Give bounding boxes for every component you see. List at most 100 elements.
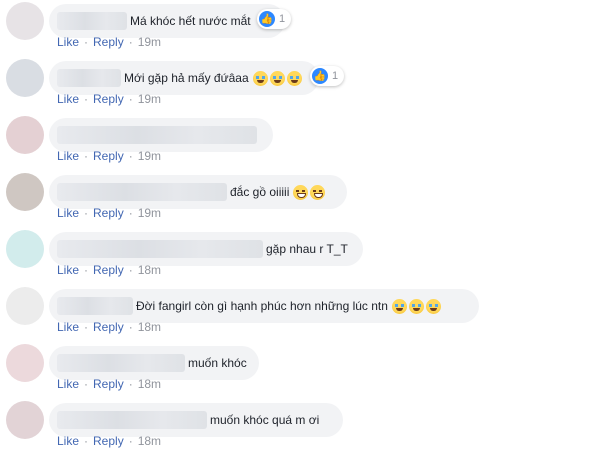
reaction-count: 1 xyxy=(332,70,339,82)
comment-timestamp[interactable]: 18m xyxy=(138,434,161,448)
comment-item: đắc gồ oiiiii Like · Reply · 19m xyxy=(0,171,601,228)
comment-text: muốn khóc xyxy=(188,356,247,370)
comment-bubble: đắc gồ oiiiii xyxy=(49,175,347,209)
comment-item: muốn khóc quá m ơi Like · Reply · 18m xyxy=(0,399,601,456)
avatar[interactable] xyxy=(6,59,44,97)
thumbs-up-icon: 👍 xyxy=(312,68,328,84)
separator: · xyxy=(84,377,89,391)
comment-actions: Like · Reply · 18m xyxy=(57,263,161,277)
comment-item: Má khóc hết nước mắt 👍 1 Like · Reply · … xyxy=(0,0,601,57)
comment-actions: Like · Reply · 18m xyxy=(57,434,161,448)
separator: · xyxy=(84,35,89,49)
like-link[interactable]: Like xyxy=(57,377,79,391)
blurred-author-name[interactable] xyxy=(57,69,121,87)
crying-face-icon xyxy=(286,70,302,86)
comment-actions: Like · Reply · 19m xyxy=(57,149,161,163)
comment-actions: Like · Reply · 19m xyxy=(57,35,161,49)
comment-actions: Like · Reply · 18m xyxy=(57,320,161,334)
reaction-count-badge[interactable]: 👍 1 xyxy=(257,9,292,29)
comment-text: đắc gồ oiiiii xyxy=(230,185,290,199)
separator: · xyxy=(84,149,89,163)
avatar[interactable] xyxy=(6,173,44,211)
comment-timestamp[interactable]: 19m xyxy=(138,92,161,106)
like-link[interactable]: Like xyxy=(57,35,79,49)
comment-bubble: Đời fangirl còn gì hạnh phúc hơn những l… xyxy=(49,289,479,323)
crying-face-icon xyxy=(425,298,441,314)
separator: · xyxy=(128,149,133,163)
comment-bubble: Má khóc hết nước mắt xyxy=(49,4,285,38)
comment-actions: Like · Reply · 18m xyxy=(57,377,161,391)
comment-text: muốn khóc quá m ơi xyxy=(210,413,320,427)
blurred-author-name[interactable] xyxy=(57,126,257,144)
laughing-face-icon xyxy=(293,184,309,200)
comment-timestamp[interactable]: 18m xyxy=(138,320,161,334)
reply-link[interactable]: Reply xyxy=(93,149,124,163)
reply-link[interactable]: Reply xyxy=(93,263,124,277)
comment-item: Đời fangirl còn gì hạnh phúc hơn những l… xyxy=(0,285,601,342)
separator: · xyxy=(84,206,89,220)
like-link[interactable]: Like xyxy=(57,320,79,334)
comment-actions: Like · Reply · 19m xyxy=(57,92,161,106)
comment-timestamp[interactable]: 19m xyxy=(138,206,161,220)
comment-text: Má khóc hết nước mắt xyxy=(130,14,251,28)
separator: · xyxy=(84,92,89,106)
reply-link[interactable]: Reply xyxy=(93,206,124,220)
reply-link[interactable]: Reply xyxy=(93,35,124,49)
separator: · xyxy=(128,263,133,277)
comment-actions: Like · Reply · 19m xyxy=(57,206,161,220)
reply-link[interactable]: Reply xyxy=(93,320,124,334)
comment-timestamp[interactable]: 18m xyxy=(138,263,161,277)
laughing-face-icon xyxy=(310,184,326,200)
crying-face-icon xyxy=(269,70,285,86)
comment-text: Đời fangirl còn gì hạnh phúc hơn những l… xyxy=(136,299,388,313)
blurred-author-name[interactable] xyxy=(57,411,207,429)
reaction-count: 1 xyxy=(279,13,286,25)
separator: · xyxy=(84,320,89,334)
reply-link[interactable]: Reply xyxy=(93,434,124,448)
reply-link[interactable]: Reply xyxy=(93,92,124,106)
avatar[interactable] xyxy=(6,230,44,268)
separator: · xyxy=(84,434,89,448)
blurred-author-name[interactable] xyxy=(57,240,263,258)
comment-item: Like · Reply · 19m xyxy=(0,114,601,171)
separator: · xyxy=(84,263,89,277)
crying-face-icon xyxy=(408,298,424,314)
comment-item: Mới gặp hả mấy đứâaa 👍 1 Like · Reply · … xyxy=(0,57,601,114)
separator: · xyxy=(128,206,133,220)
emoji-group xyxy=(391,298,443,314)
avatar[interactable] xyxy=(6,2,44,40)
reaction-count-badge[interactable]: 👍 1 xyxy=(310,66,345,86)
separator: · xyxy=(128,92,133,106)
separator: · xyxy=(128,434,133,448)
comment-timestamp[interactable]: 18m xyxy=(138,377,161,391)
emoji-group xyxy=(252,70,304,86)
crying-face-icon xyxy=(252,70,268,86)
like-link[interactable]: Like xyxy=(57,263,79,277)
like-link[interactable]: Like xyxy=(57,149,79,163)
reply-link[interactable]: Reply xyxy=(93,377,124,391)
avatar[interactable] xyxy=(6,344,44,382)
crying-face-icon xyxy=(391,298,407,314)
blurred-author-name[interactable] xyxy=(57,297,133,315)
like-link[interactable]: Like xyxy=(57,92,79,106)
blurred-author-name[interactable] xyxy=(57,183,227,201)
blurred-author-name[interactable] xyxy=(57,354,185,372)
comment-bubble: muốn khóc quá m ơi xyxy=(49,403,343,437)
blurred-author-name[interactable] xyxy=(57,12,127,30)
comment-bubble xyxy=(49,118,273,152)
separator: · xyxy=(128,377,133,391)
comment-item: gặp nhau r T_T Like · Reply · 18m xyxy=(0,228,601,285)
avatar[interactable] xyxy=(6,116,44,154)
emoji-group xyxy=(293,184,327,200)
comment-timestamp[interactable]: 19m xyxy=(138,149,161,163)
separator: · xyxy=(128,35,133,49)
like-link[interactable]: Like xyxy=(57,206,79,220)
comment-text: gặp nhau r T_T xyxy=(266,242,348,256)
thumbs-up-icon: 👍 xyxy=(259,11,275,27)
avatar[interactable] xyxy=(6,401,44,439)
comment-bubble: muốn khóc xyxy=(49,346,259,380)
comment-timestamp[interactable]: 19m xyxy=(138,35,161,49)
like-link[interactable]: Like xyxy=(57,434,79,448)
comment-item: muốn khóc Like · Reply · 18m xyxy=(0,342,601,399)
avatar[interactable] xyxy=(6,287,44,325)
